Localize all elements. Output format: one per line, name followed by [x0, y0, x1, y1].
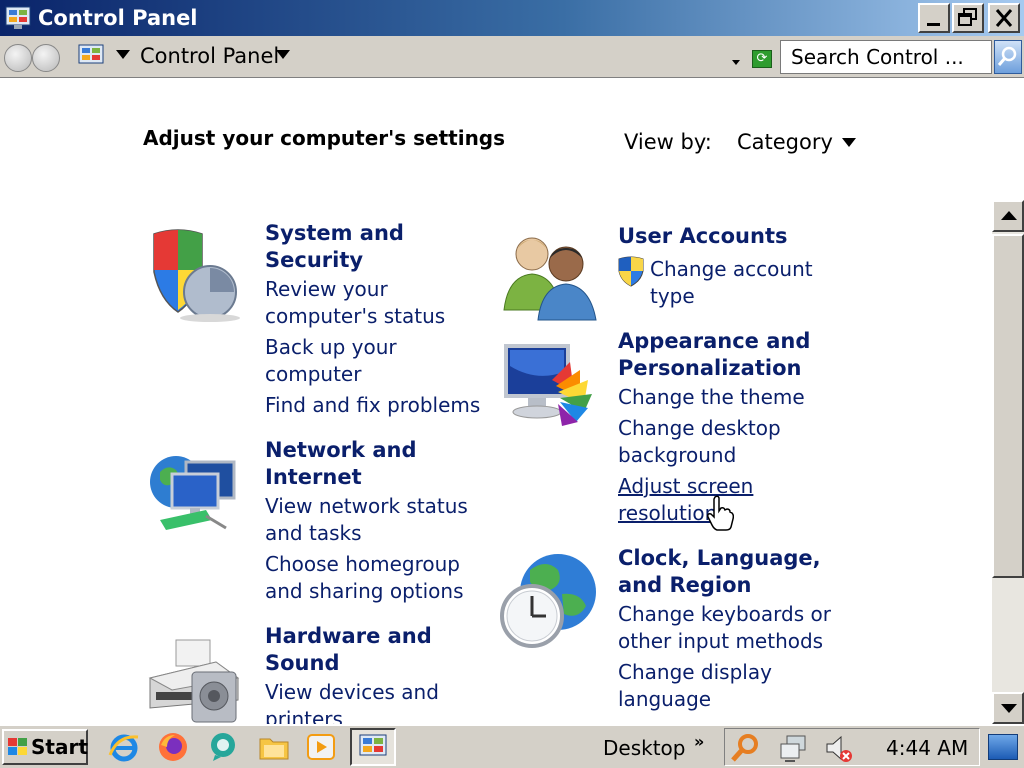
system-security-title-line2[interactable]: Security [265, 247, 404, 274]
chevron-down-icon[interactable] [842, 138, 856, 147]
view-by-select[interactable]: Category [737, 130, 833, 154]
title-bar: Control Panel [0, 0, 1024, 36]
restore-button[interactable] [952, 3, 984, 33]
hardware-title-line2[interactable]: Sound [265, 650, 432, 677]
shield-icon[interactable] [146, 226, 246, 330]
view-devices-link[interactable]: View devices and printers [265, 679, 439, 724]
link-line[interactable]: Back up your [265, 334, 397, 361]
appearance-title[interactable]: Appearance and Personalization [618, 328, 810, 382]
view-by-label: View by: [624, 130, 712, 154]
chevron-down-icon[interactable] [116, 50, 130, 59]
clock-title-line1[interactable]: Clock, Language, [618, 545, 821, 572]
users-icon[interactable] [500, 230, 600, 326]
minimize-button[interactable] [918, 3, 950, 33]
system-security-title-line1[interactable]: System and [265, 220, 404, 247]
control-panel-icon [4, 4, 34, 32]
clock-language-region-title[interactable]: Clock, Language, and Region [618, 545, 821, 599]
search-box[interactable] [780, 40, 992, 74]
address-dropdown-icon[interactable] [732, 60, 740, 65]
hardware-title-line1[interactable]: Hardware and [265, 623, 432, 650]
link-line[interactable]: Change keyboards or [618, 601, 831, 628]
link-line[interactable]: type [650, 283, 813, 310]
link-line[interactable]: Review your [265, 276, 445, 303]
link-line[interactable]: and tasks [265, 520, 468, 547]
user-accounts-title[interactable]: User Accounts [618, 223, 787, 250]
link-line[interactable]: Change account [650, 256, 813, 283]
firefox-icon[interactable] [157, 731, 189, 763]
breadcrumb[interactable]: Control Panel [140, 44, 279, 68]
hand-cursor-icon [706, 495, 735, 531]
hardware-sound-title[interactable]: Hardware and Sound [265, 623, 432, 677]
change-desktop-background-link[interactable]: Change desktop background [618, 415, 781, 469]
taskbar: Start Desktop » 4:44 AM [0, 724, 1024, 768]
scroll-thumb[interactable] [992, 234, 1024, 578]
content-area: Adjust your computer's settings View by:… [0, 78, 992, 724]
system-security-title[interactable]: System and Security [265, 220, 404, 274]
taskbar-control-panel-button[interactable] [350, 728, 396, 766]
toolbar-chevron[interactable]: » [694, 732, 704, 751]
back-button[interactable] [4, 44, 32, 72]
media-player-icon[interactable] [305, 731, 337, 763]
link-line[interactable]: background [618, 442, 781, 469]
change-keyboards-link[interactable]: Change keyboards or other input methods [618, 601, 831, 655]
link-line[interactable]: computer [265, 361, 397, 388]
network-title-line2[interactable]: Internet [265, 464, 416, 491]
clock[interactable]: 4:44 AM [886, 736, 968, 760]
link-line[interactable]: and sharing options [265, 578, 464, 605]
appearance-title-line1[interactable]: Appearance and [618, 328, 810, 355]
windows-logo-icon [7, 736, 29, 758]
change-display-language-link[interactable]: Change display language [618, 659, 772, 713]
link-line[interactable]: View network status [265, 493, 468, 520]
link-line[interactable]: Change desktop [618, 415, 781, 442]
find-fix-problems-link[interactable]: Find and fix problems [265, 392, 480, 419]
window-title: Control Panel [38, 6, 198, 30]
scroll-down-button[interactable] [992, 692, 1024, 724]
desktop-toolbar-label[interactable]: Desktop [603, 736, 685, 760]
address-bar: Control Panel ⟳ [0, 36, 1024, 78]
close-button[interactable] [988, 3, 1020, 33]
folder-icon[interactable] [258, 731, 290, 763]
chevron-down-icon[interactable] [276, 50, 290, 59]
monitor-palette-icon[interactable] [500, 342, 600, 436]
network-title-line1[interactable]: Network and [265, 437, 416, 464]
refresh-icon[interactable]: ⟳ [752, 50, 772, 68]
network-icon[interactable] [777, 732, 809, 764]
clock-title-line2[interactable]: and Region [618, 572, 821, 599]
link-line[interactable]: Choose homegroup [265, 551, 464, 578]
control-panel-icon [76, 42, 108, 72]
network-globe-icon[interactable] [146, 450, 246, 544]
homegroup-link[interactable]: Choose homegroup and sharing options [265, 551, 464, 605]
change-theme-link[interactable]: Change the theme [618, 384, 805, 411]
show-desktop-button[interactable] [988, 734, 1018, 760]
uac-shield-icon [617, 255, 645, 291]
chat-icon[interactable] [207, 731, 239, 763]
link-line[interactable]: computer's status [265, 303, 445, 330]
start-button[interactable]: Start [2, 729, 88, 765]
change-account-type-link[interactable]: Change account type [650, 256, 813, 310]
link-line[interactable]: printers [265, 706, 439, 724]
appearance-title-line2[interactable]: Personalization [618, 355, 810, 382]
review-status-link[interactable]: Review your computer's status [265, 276, 445, 330]
printer-speaker-icon[interactable] [146, 638, 246, 724]
search-button[interactable] [994, 40, 1022, 74]
vertical-scrollbar[interactable] [992, 200, 1024, 724]
clock-globe-icon[interactable] [500, 550, 600, 654]
backup-link[interactable]: Back up your computer [265, 334, 397, 388]
network-internet-title[interactable]: Network and Internet [265, 437, 416, 491]
search-icon[interactable] [729, 732, 761, 764]
page-title: Adjust your computer's settings [143, 126, 506, 150]
link-line[interactable]: other input methods [618, 628, 831, 655]
link-line[interactable]: Change display [618, 659, 772, 686]
search-input[interactable] [791, 45, 987, 69]
link-line[interactable]: View devices and [265, 679, 439, 706]
forward-button[interactable] [32, 44, 60, 72]
internet-explorer-icon[interactable] [108, 731, 140, 763]
start-label[interactable]: Start [31, 735, 88, 759]
view-network-status-link[interactable]: View network status and tasks [265, 493, 468, 547]
volume-muted-icon[interactable] [823, 732, 855, 764]
link-line[interactable]: language [618, 686, 772, 713]
scroll-up-button[interactable] [992, 200, 1024, 232]
